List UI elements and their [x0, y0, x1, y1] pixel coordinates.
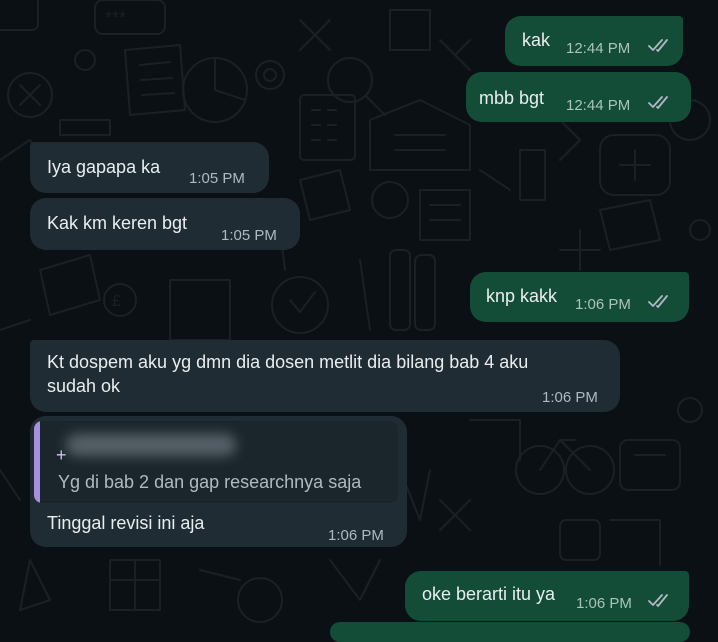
message-timestamp: 1:06 PM: [575, 296, 631, 313]
redacted-author-name: [66, 434, 236, 456]
read-double-tick-icon: [648, 594, 668, 607]
message-text: mbb bgt: [479, 88, 545, 108]
message-text: Kt dospem aku yg dmn dia dosen metlit di…: [47, 352, 529, 372]
quoted-author: +: [56, 445, 67, 465]
message-text: Iya gapapa ka: [47, 157, 161, 177]
read-double-tick-icon: [648, 295, 668, 308]
quote-accent-bar: [34, 421, 40, 503]
message-text: kak: [522, 30, 551, 50]
message-bubble-incoming[interactable]: Iya gapapa ka 1:05 PM: [30, 142, 269, 193]
message-bubble-incoming[interactable]: Kak km keren bgt 1:05 PM: [30, 198, 300, 250]
message-timestamp: 12:44 PM: [566, 97, 631, 114]
message-bubble-outgoing[interactable]: knp kakk 1:06 PM: [470, 272, 689, 322]
chat-message-list[interactable]: kak 12:44 PM mbb bgt 12:44 PM Iya gapapa…: [0, 0, 718, 642]
read-double-tick-icon: [648, 96, 668, 109]
message-text: oke berarti itu ya: [422, 584, 556, 604]
message-bubble-incoming[interactable]: Kt dospem aku yg dmn dia dosen metlit di…: [30, 340, 620, 412]
message-timestamp: 1:06 PM: [576, 595, 632, 612]
read-double-tick-icon: [648, 39, 668, 52]
quoted-message[interactable]: + Yg di bab 2 dan gap researchnya saja: [34, 421, 398, 503]
message-timestamp: 1:06 PM: [542, 389, 598, 406]
message-text: Tinggal revisi ini aja: [47, 513, 205, 533]
message-timestamp: 12:44 PM: [566, 40, 631, 57]
message-bubble-outgoing[interactable]: kak 12:44 PM: [505, 16, 683, 66]
message-text: Kak km keren bgt: [47, 213, 188, 233]
message-text: knp kakk: [486, 286, 558, 306]
message-timestamp: 1:06 PM: [328, 527, 384, 544]
message-bubble-outgoing[interactable]: mbb bgt 12:44 PM: [466, 72, 691, 122]
quoted-text: Yg di bab 2 dan gap researchnya saja: [58, 472, 362, 492]
message-timestamp: 1:05 PM: [221, 227, 277, 244]
message-bubble-incoming-reply[interactable]: + Yg di bab 2 dan gap researchnya saja T…: [30, 416, 407, 547]
message-bubble-outgoing-partial[interactable]: [330, 622, 690, 642]
message-timestamp: 1:05 PM: [189, 170, 245, 187]
message-bubble-outgoing[interactable]: oke berarti itu ya 1:06 PM: [405, 571, 689, 621]
message-text-line-2: sudah ok: [47, 376, 121, 396]
